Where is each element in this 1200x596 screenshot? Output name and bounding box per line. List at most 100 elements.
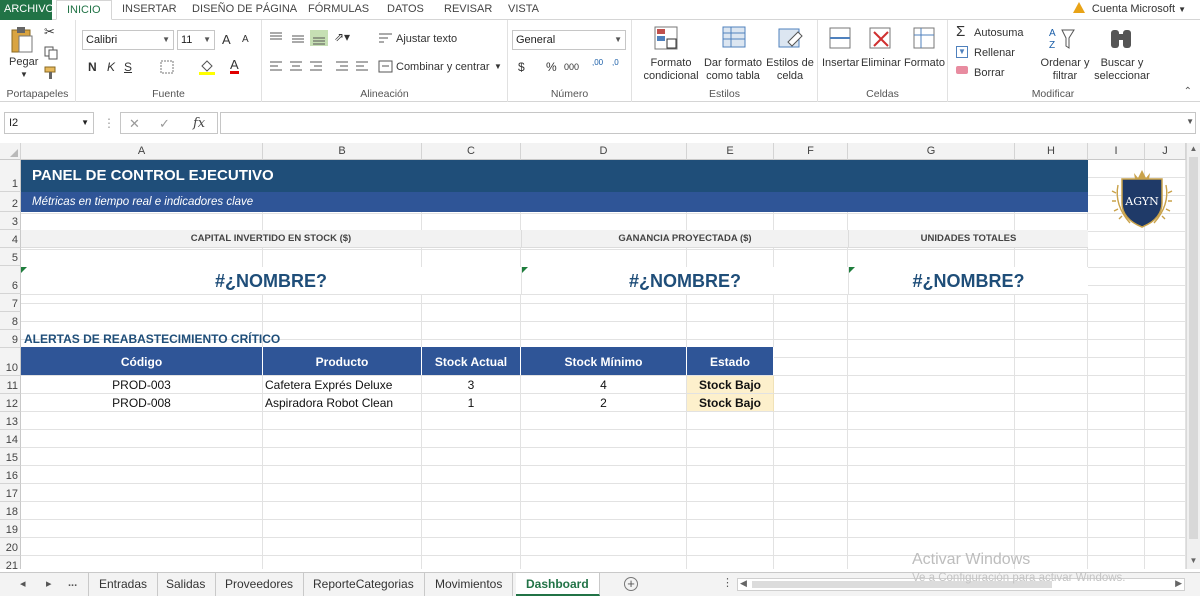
column-header[interactable]: C <box>422 143 521 160</box>
drag-handle-icon[interactable]: ⋮ <box>722 576 733 589</box>
table-cell-estado[interactable]: Stock Bajo <box>687 394 774 412</box>
row-header[interactable]: 9 <box>0 330 21 348</box>
paste-button[interactable]: Pegar <box>9 56 38 68</box>
scroll-left-icon[interactable]: ◀ <box>740 578 747 589</box>
sheet-tab-movimientos[interactable]: Movimientos <box>425 573 514 596</box>
clear-button[interactable]: Borrar <box>974 67 1005 79</box>
underline-button[interactable]: S <box>124 60 132 74</box>
row-header[interactable]: 19 <box>0 520 21 538</box>
row-header[interactable]: 15 <box>0 448 21 466</box>
table-header-stock-actual[interactable]: Stock Actual <box>422 347 521 375</box>
bold-button[interactable]: N <box>88 60 97 74</box>
kpi-value-ganancia[interactable]: #¿NOMBRE? <box>521 267 848 295</box>
row-header[interactable]: 5 <box>0 248 21 266</box>
sheet-tab-reportecategorias[interactable]: ReporteCategorias <box>303 573 425 596</box>
sort-filter-button[interactable]: Ordenar y filtrar <box>1040 57 1090 83</box>
error-indicator-icon[interactable] <box>849 267 855 273</box>
enter-icon[interactable]: ✓ <box>159 116 170 132</box>
chevron-down-icon[interactable]: ▼ <box>494 62 502 71</box>
increase-decimal-button[interactable]: ,00 <box>592 58 603 67</box>
tab-insertar[interactable]: INSERTAR <box>122 0 177 20</box>
column-header[interactable]: F <box>774 143 848 160</box>
drag-handle-icon[interactable]: ⋮ <box>103 116 115 130</box>
cut-icon[interactable]: ✂ <box>44 24 55 40</box>
scroll-down-icon[interactable]: ▼ <box>1187 556 1200 568</box>
currency-button[interactable]: $ <box>518 60 525 74</box>
sheet-tab-salidas[interactable]: Salidas <box>156 573 217 596</box>
column-header[interactable]: A <box>21 143 263 160</box>
table-cell-codigo[interactable]: PROD-003 <box>21 376 263 394</box>
add-sheet-icon[interactable]: + <box>624 577 638 591</box>
tab-archivo[interactable]: ARCHIVO <box>0 0 54 20</box>
copy-icon[interactable] <box>44 46 58 60</box>
expand-formula-bar-icon[interactable]: ▼ <box>1186 117 1194 126</box>
borders-icon[interactable] <box>160 60 176 74</box>
row-header[interactable]: 2 <box>0 192 21 212</box>
select-all-button[interactable] <box>0 143 21 160</box>
font-name-select[interactable]: Calibri ▼ <box>82 30 174 50</box>
row-header[interactable]: 1 <box>0 160 21 192</box>
sheet-prev-icon[interactable]: ◂ <box>20 577 26 590</box>
fill-color-icon[interactable] <box>198 58 216 76</box>
table-header-estado[interactable]: Estado <box>687 347 774 375</box>
row-header[interactable]: 6 <box>0 266 21 294</box>
kpi-value-capital[interactable]: #¿NOMBRE? <box>21 267 521 295</box>
tab-diseno-pagina[interactable]: DISEÑO DE PÁGINA <box>192 0 297 20</box>
fill-button[interactable]: Rellenar <box>974 47 1015 59</box>
row-header[interactable]: 18 <box>0 502 21 520</box>
tab-formulas[interactable]: FÓRMULAS <box>308 0 369 20</box>
paste-dropdown-icon[interactable]: ▼ <box>20 70 28 79</box>
row-header[interactable]: 14 <box>0 430 21 448</box>
conditional-format-button[interactable]: Formato condicional <box>636 57 706 83</box>
vertical-scrollbar[interactable]: ▲ ▼ <box>1186 143 1200 569</box>
table-header-codigo[interactable]: Código <box>21 347 263 375</box>
insert-cells-button[interactable]: Insertar <box>822 57 859 69</box>
formula-input[interactable] <box>220 112 1196 134</box>
account-menu[interactable]: Cuenta Microsoft ▼ <box>1072 0 1186 20</box>
tab-datos[interactable]: DATOS <box>387 0 424 20</box>
table-cell-estado[interactable]: Stock Bajo <box>687 376 774 394</box>
wrap-text-button[interactable]: Ajustar texto <box>396 33 457 45</box>
table-cell-stock-minimo[interactable]: 2 <box>521 394 687 412</box>
table-cell-stock-actual[interactable]: 1 <box>422 394 521 412</box>
scroll-up-icon[interactable]: ▲ <box>1187 144 1200 156</box>
table-cell-stock-minimo[interactable]: 4 <box>521 376 687 394</box>
name-box[interactable]: I2 ▼ <box>4 112 94 134</box>
format-as-table-button[interactable]: Dar formato como tabla <box>700 57 766 83</box>
tab-vista[interactable]: VISTA <box>508 0 539 20</box>
delete-cells-button[interactable]: Eliminar <box>861 57 901 69</box>
row-header[interactable]: 20 <box>0 538 21 556</box>
table-cell-codigo[interactable]: PROD-008 <box>21 394 263 412</box>
wrap-text-icon[interactable] <box>378 32 394 46</box>
row-header[interactable]: 13 <box>0 412 21 430</box>
column-header[interactable]: D <box>521 143 687 160</box>
horizontal-align-icons[interactable] <box>268 60 378 74</box>
format-painter-icon[interactable] <box>44 66 58 80</box>
grow-font-button[interactable]: A <box>222 32 231 47</box>
insert-function-icon[interactable]: fx <box>193 116 205 131</box>
row-header[interactable]: 8 <box>0 312 21 330</box>
row-header[interactable]: 4 <box>0 230 21 248</box>
row-header[interactable]: 16 <box>0 466 21 484</box>
column-header[interactable]: H <box>1015 143 1088 160</box>
percent-button[interactable]: % <box>546 60 557 74</box>
column-header[interactable]: G <box>848 143 1015 160</box>
font-color-button[interactable]: A <box>230 58 239 74</box>
table-cell-producto[interactable]: Aspiradora Robot Clean <box>263 394 422 412</box>
find-select-button[interactable]: Buscar y seleccionar <box>1090 57 1154 83</box>
vertical-align-icons[interactable] <box>268 30 332 46</box>
table-cell-producto[interactable]: Cafetera Exprés Deluxe <box>263 376 422 394</box>
decrease-decimal-button[interactable]: ,0 <box>612 58 619 67</box>
sheet-next-icon[interactable]: ▸ <box>46 577 52 590</box>
row-header[interactable]: 17 <box>0 484 21 502</box>
sheet-tab-dashboard[interactable]: Dashboard <box>516 573 600 596</box>
row-header[interactable]: 3 <box>0 212 21 230</box>
orientation-icon[interactable]: ⇗▾ <box>334 30 350 44</box>
error-indicator-icon[interactable] <box>522 267 528 273</box>
error-indicator-icon[interactable] <box>21 267 27 273</box>
format-cells-button[interactable]: Formato <box>904 57 945 69</box>
row-header[interactable]: 10 <box>0 348 21 376</box>
shrink-font-button[interactable]: A <box>242 34 249 45</box>
cancel-icon[interactable]: ✕ <box>129 116 140 132</box>
column-header[interactable]: E <box>687 143 774 160</box>
